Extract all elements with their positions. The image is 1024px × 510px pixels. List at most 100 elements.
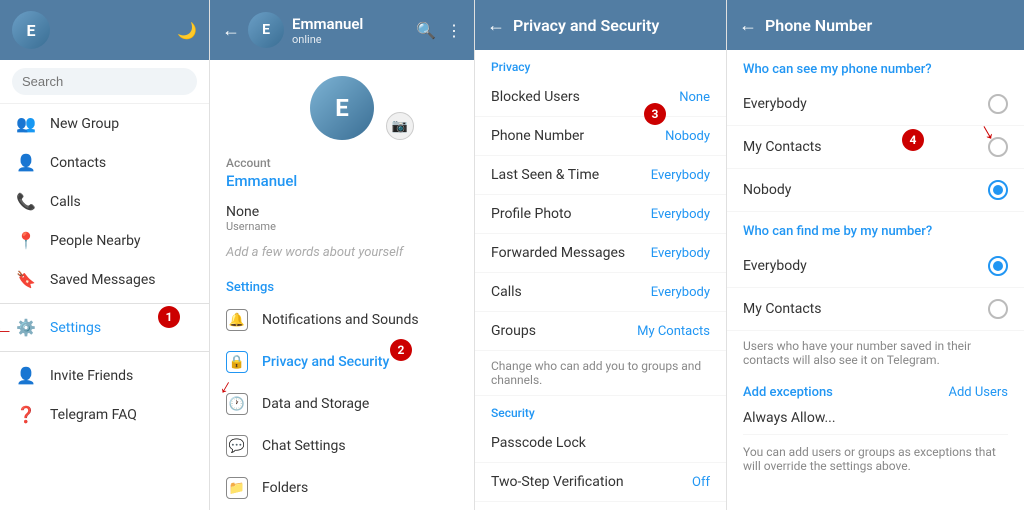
more-icon[interactable]: ⋮ [446, 21, 462, 40]
last-seen-label: Last Seen & Time [491, 167, 599, 183]
radio-everybody-see[interactable] [988, 94, 1008, 114]
sidebar: E 🌙 👥 New Group 👤 Contacts 📞 Calls 📍 [0, 0, 210, 510]
sidebar-item-label: Telegram FAQ [50, 407, 137, 423]
privacy-back-button[interactable]: ← [487, 15, 505, 36]
sidebar-item-settings[interactable]: ⚙️ Settings ← 1 [0, 308, 209, 347]
new-group-icon: 👥 [16, 114, 36, 133]
avatar: E [12, 11, 50, 49]
annotation-1: 1 [158, 306, 180, 328]
calls-label: Calls [491, 284, 522, 300]
settings-folders[interactable]: 📁 Folders [210, 467, 474, 509]
privacy-last-seen[interactable]: Last Seen & Time Everybody [475, 156, 726, 195]
settings-notifications[interactable]: 🔔 Notifications and Sounds [210, 299, 474, 341]
blocked-users-label: Blocked Users [491, 89, 580, 105]
people-nearby-icon: 📍 [16, 231, 36, 250]
sidebar-item-saved-messages[interactable]: 🔖 Saved Messages [0, 260, 209, 299]
account-name: Emmanuel [226, 172, 458, 190]
back-button[interactable]: ← [222, 20, 240, 41]
sidebar-header-icons: 🌙 [177, 21, 197, 40]
profile-status: online [292, 33, 408, 46]
privacy-phone-number[interactable]: Phone Number Nobody ↑ 3 [475, 117, 726, 156]
nobody-see-label: Nobody [743, 182, 791, 198]
option-everybody-find[interactable]: Everybody [727, 245, 1024, 288]
notifications-icon: 🔔 [226, 309, 248, 331]
profile-header-info: Emmanuel online [292, 15, 408, 46]
sidebar-item-label: Calls [50, 194, 81, 210]
privacy-groups[interactable]: Groups My Contacts [475, 312, 726, 351]
username-value: None [226, 204, 458, 220]
faq-icon: ❓ [16, 405, 36, 424]
phone-header-title: Phone Number [765, 16, 872, 35]
option-contacts-see[interactable]: My Contacts [727, 126, 1024, 169]
radio-nobody-see[interactable] [988, 180, 1008, 200]
security-active-sessions[interactable]: Active Sessions [475, 502, 726, 510]
add-users-button[interactable]: Add Users [948, 385, 1008, 400]
settings-section-label: Settings [210, 270, 474, 299]
radio-everybody-find[interactable] [988, 256, 1008, 276]
sidebar-nav: 👥 New Group 👤 Contacts 📞 Calls 📍 People … [0, 104, 209, 510]
invite-icon: 👤 [16, 366, 36, 385]
sidebar-header: E 🌙 [0, 0, 209, 60]
forwarded-value: Everybody [651, 246, 710, 261]
two-step-value: Off [692, 475, 710, 490]
moon-icon[interactable]: 🌙 [177, 21, 197, 40]
phone-number-value: Nobody [665, 129, 710, 144]
data-label: Data and Storage [262, 396, 369, 412]
exceptions-header: Add exceptions Add Users [743, 385, 1008, 400]
security-section-label: Security [475, 396, 726, 424]
annotation-2: 2 [390, 339, 412, 361]
sidebar-item-people-nearby[interactable]: 📍 People Nearby [0, 221, 209, 260]
last-seen-value: Everybody [651, 168, 710, 183]
sidebar-item-calls[interactable]: 📞 Calls [0, 182, 209, 221]
blocked-users-value: None [679, 90, 710, 105]
two-step-label: Two-Step Verification [491, 474, 624, 490]
who-can-see-label: Who can see my phone number? [727, 50, 1024, 83]
radio-contacts-find[interactable] [988, 299, 1008, 319]
saved-messages-icon: 🔖 [16, 270, 36, 289]
contacts-icon: 👤 [16, 153, 36, 172]
sidebar-item-faq[interactable]: ❓ Telegram FAQ [0, 395, 209, 434]
divider [0, 351, 209, 352]
privacy-header-title: Privacy and Security [513, 16, 714, 35]
data-icon: 🕐 [226, 393, 248, 415]
radio-contacts-see[interactable] [988, 137, 1008, 157]
search-icon[interactable]: 🔍 [416, 21, 436, 40]
search-input[interactable] [12, 68, 197, 95]
sidebar-item-new-group[interactable]: 👥 New Group [0, 104, 209, 143]
exceptions-label: Add exceptions [743, 385, 833, 400]
find-note: Users who have your number saved in thei… [727, 331, 1024, 375]
sidebar-search-row [0, 60, 209, 104]
everybody-see-label: Everybody [743, 96, 807, 112]
forwarded-label: Forwarded Messages [491, 245, 625, 261]
everybody-find-label: Everybody [743, 258, 807, 274]
privacy-forwarded[interactable]: Forwarded Messages Everybody [475, 234, 726, 273]
phone-header: ← Phone Number [727, 0, 1024, 50]
option-everybody-see[interactable]: Everybody [727, 83, 1024, 126]
profile-photo-value: Everybody [651, 207, 710, 222]
privacy-profile-photo[interactable]: Profile Photo Everybody [475, 195, 726, 234]
security-passcode[interactable]: Passcode Lock [475, 424, 726, 463]
calls-value: Everybody [651, 285, 710, 300]
privacy-blocked-users[interactable]: Blocked Users None [475, 78, 726, 117]
username-label: Username [226, 220, 458, 233]
settings-chat[interactable]: 💬 Chat Settings [210, 425, 474, 467]
settings-data[interactable]: 🕐 Data and Storage [210, 383, 474, 425]
settings-privacy[interactable]: 🔒 Privacy and Security ↑ 2 [210, 341, 474, 383]
option-nobody-see[interactable]: Nobody ↑ 4 [727, 169, 1024, 212]
sidebar-item-contacts[interactable]: 👤 Contacts [0, 143, 209, 182]
sidebar-item-invite-friends[interactable]: 👤 Invite Friends [0, 356, 209, 395]
security-two-step[interactable]: Two-Step Verification Off [475, 463, 726, 502]
contacts-find-label: My Contacts [743, 301, 821, 317]
calls-icon: 📞 [16, 192, 36, 211]
phone-number-label: Phone Number [491, 128, 584, 144]
phone-back-button[interactable]: ← [739, 15, 757, 36]
option-contacts-find[interactable]: My Contacts [727, 288, 1024, 331]
profile-panel: ← E Emmanuel online 🔍 ⋮ E 📷 Account Emma… [210, 0, 475, 510]
always-allow-row: Always Allow... [743, 402, 1008, 435]
privacy-header: ← Privacy and Security [475, 0, 726, 50]
privacy-calls[interactable]: Calls Everybody [475, 273, 726, 312]
sidebar-item-label: Settings [50, 320, 101, 336]
divider [0, 303, 209, 304]
bio-row: Add a few words about yourself [210, 239, 474, 270]
camera-button[interactable]: 📷 [386, 112, 414, 140]
